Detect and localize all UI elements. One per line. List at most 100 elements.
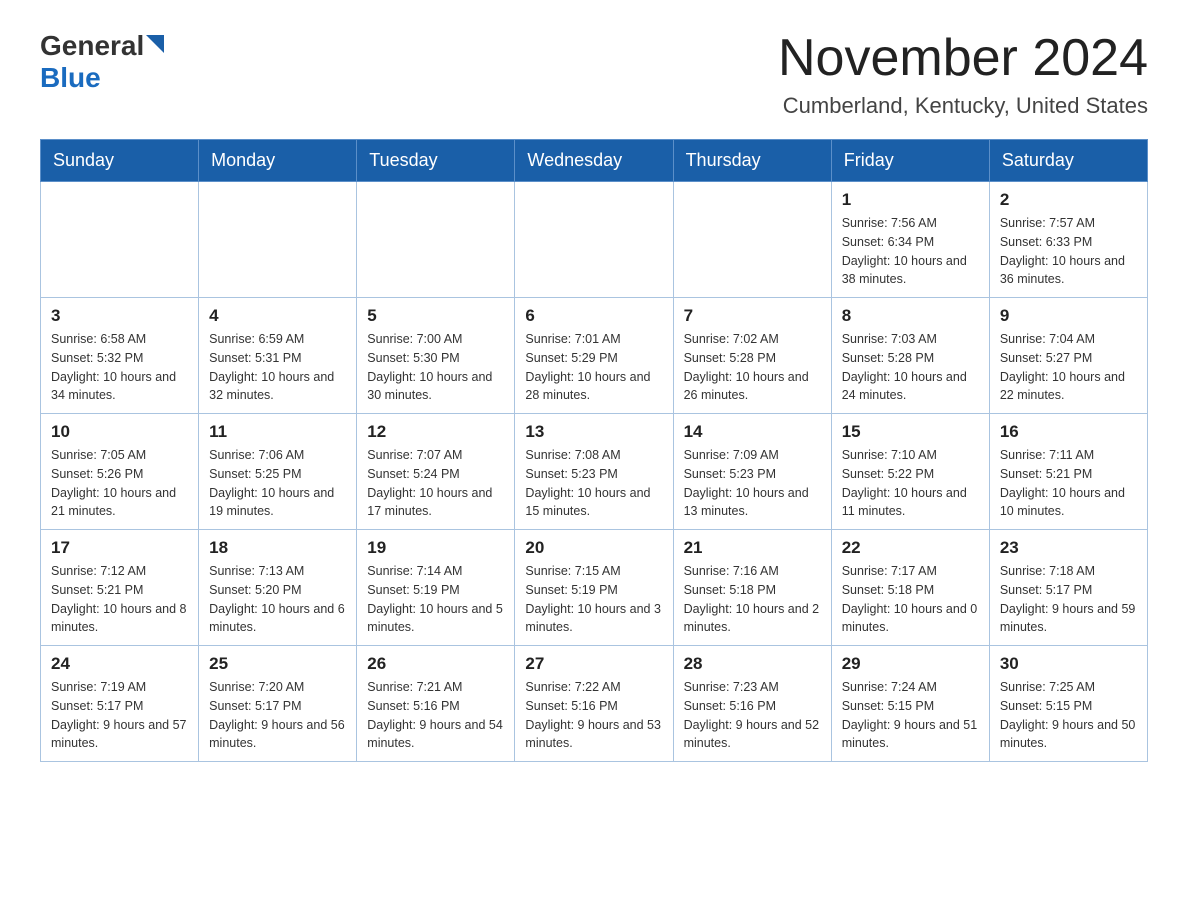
calendar-cell: 29 Sunrise: 7:24 AMSunset: 5:15 PMDayligh… [831,646,989,762]
day-info: Sunrise: 7:04 AMSunset: 5:27 PMDaylight:… [1000,330,1137,405]
calendar-cell: 19 Sunrise: 7:14 AMSunset: 5:19 PMDayligh… [357,530,515,646]
day-info: Sunrise: 7:19 AMSunset: 5:17 PMDaylight:… [51,678,188,753]
calendar-header-row: SundayMondayTuesdayWednesdayThursdayFrid… [41,140,1148,182]
col-header-saturday: Saturday [989,140,1147,182]
col-header-sunday: Sunday [41,140,199,182]
day-number: 5 [367,306,504,326]
day-info: Sunrise: 7:01 AMSunset: 5:29 PMDaylight:… [525,330,662,405]
col-header-tuesday: Tuesday [357,140,515,182]
day-number: 16 [1000,422,1137,442]
day-info: Sunrise: 7:00 AMSunset: 5:30 PMDaylight:… [367,330,504,405]
day-number: 4 [209,306,346,326]
calendar-title-area: November 2024 Cumberland, Kentucky, Unit… [778,30,1148,119]
day-info: Sunrise: 7:23 AMSunset: 5:16 PMDaylight:… [684,678,821,753]
calendar-cell: 23Sunrise: 7:18 AMSunset: 5:17 PMDayligh… [989,530,1147,646]
week-row-2: 3 Sunrise: 6:58 AMSunset: 5:32 PMDaylight… [41,298,1148,414]
day-info: Sunrise: 7:20 AMSunset: 5:17 PMDaylight:… [209,678,346,753]
day-number: 11 [209,422,346,442]
day-number: 3 [51,306,188,326]
day-number: 8 [842,306,979,326]
logo-blue-text: Blue [40,62,101,93]
day-number: 28 [684,654,821,674]
calendar-cell [357,182,515,298]
day-info: Sunrise: 7:06 AMSunset: 5:25 PMDaylight:… [209,446,346,521]
day-number: 22 [842,538,979,558]
day-info: Sunrise: 7:14 AMSunset: 5:19 PMDaylight:… [367,562,504,637]
calendar-cell: 5 Sunrise: 7:00 AMSunset: 5:30 PMDaylight… [357,298,515,414]
calendar-cell [673,182,831,298]
day-number: 2 [1000,190,1137,210]
day-number: 24 [51,654,188,674]
day-info: Sunrise: 7:13 AMSunset: 5:20 PMDaylight:… [209,562,346,637]
week-row-5: 24 Sunrise: 7:19 AMSunset: 5:17 PMDayligh… [41,646,1148,762]
calendar-cell: 11 Sunrise: 7:06 AMSunset: 5:25 PMDayligh… [199,414,357,530]
day-info: Sunrise: 7:16 AMSunset: 5:18 PMDaylight:… [684,562,821,637]
calendar-cell: 14Sunrise: 7:09 AMSunset: 5:23 PMDayligh… [673,414,831,530]
day-number: 18 [209,538,346,558]
calendar-cell: 13 Sunrise: 7:08 AMSunset: 5:23 PMDayligh… [515,414,673,530]
calendar-table: SundayMondayTuesdayWednesdayThursdayFrid… [40,139,1148,762]
calendar-cell: 12Sunrise: 7:07 AMSunset: 5:24 PMDayligh… [357,414,515,530]
col-header-wednesday: Wednesday [515,140,673,182]
calendar-cell [515,182,673,298]
day-info: Sunrise: 7:12 AMSunset: 5:21 PMDaylight:… [51,562,188,637]
calendar-cell: 27 Sunrise: 7:22 AMSunset: 5:16 PMDayligh… [515,646,673,762]
calendar-cell: 8 Sunrise: 7:03 AMSunset: 5:28 PMDaylight… [831,298,989,414]
calendar-cell: 10 Sunrise: 7:05 AMSunset: 5:26 PMDayligh… [41,414,199,530]
day-number: 15 [842,422,979,442]
day-number: 27 [525,654,662,674]
day-info: Sunrise: 7:05 AMSunset: 5:26 PMDaylight:… [51,446,188,521]
calendar-cell: 20 Sunrise: 7:15 AMSunset: 5:19 PMDayligh… [515,530,673,646]
calendar-location: Cumberland, Kentucky, United States [778,93,1148,119]
calendar-cell: 17 Sunrise: 7:12 AMSunset: 5:21 PMDayligh… [41,530,199,646]
day-info: Sunrise: 7:03 AMSunset: 5:28 PMDaylight:… [842,330,979,405]
calendar-cell: 28 Sunrise: 7:23 AMSunset: 5:16 PMDayligh… [673,646,831,762]
day-number: 20 [525,538,662,558]
day-info: Sunrise: 7:15 AMSunset: 5:19 PMDaylight:… [525,562,662,637]
week-row-3: 10 Sunrise: 7:05 AMSunset: 5:26 PMDayligh… [41,414,1148,530]
logo: General Blue [40,30,164,94]
calendar-cell: 15 Sunrise: 7:10 AMSunset: 5:22 PMDayligh… [831,414,989,530]
week-row-1: 1Sunrise: 7:56 AMSunset: 6:34 PMDaylight… [41,182,1148,298]
calendar-cell: 30Sunrise: 7:25 AMSunset: 5:15 PMDayligh… [989,646,1147,762]
day-info: Sunrise: 7:22 AMSunset: 5:16 PMDaylight:… [525,678,662,753]
page-header: General Blue November 2024 Cumberland, K… [40,30,1148,119]
day-info: Sunrise: 7:02 AMSunset: 5:28 PMDaylight:… [684,330,821,405]
logo-arrow-icon [146,35,164,53]
day-number: 6 [525,306,662,326]
day-info: Sunrise: 6:58 AMSunset: 5:32 PMDaylight:… [51,330,188,405]
calendar-cell: 6 Sunrise: 7:01 AMSunset: 5:29 PMDaylight… [515,298,673,414]
day-number: 10 [51,422,188,442]
day-info: Sunrise: 7:09 AMSunset: 5:23 PMDaylight:… [684,446,821,521]
day-info: Sunrise: 6:59 AMSunset: 5:31 PMDaylight:… [209,330,346,405]
day-number: 7 [684,306,821,326]
day-info: Sunrise: 7:17 AMSunset: 5:18 PMDaylight:… [842,562,979,637]
calendar-cell: 2Sunrise: 7:57 AMSunset: 6:33 PMDaylight… [989,182,1147,298]
calendar-cell: 26Sunrise: 7:21 AMSunset: 5:16 PMDayligh… [357,646,515,762]
day-number: 29 [842,654,979,674]
day-number: 17 [51,538,188,558]
day-info: Sunrise: 7:11 AMSunset: 5:21 PMDaylight:… [1000,446,1137,521]
day-number: 19 [367,538,504,558]
day-number: 13 [525,422,662,442]
calendar-cell: 24 Sunrise: 7:19 AMSunset: 5:17 PMDayligh… [41,646,199,762]
col-header-friday: Friday [831,140,989,182]
day-info: Sunrise: 7:56 AMSunset: 6:34 PMDaylight:… [842,214,979,289]
calendar-month-title: November 2024 [778,30,1148,87]
calendar-cell: 9 Sunrise: 7:04 AMSunset: 5:27 PMDaylight… [989,298,1147,414]
calendar-cell [41,182,199,298]
day-info: Sunrise: 7:24 AMSunset: 5:15 PMDaylight:… [842,678,979,753]
calendar-cell: 22 Sunrise: 7:17 AMSunset: 5:18 PMDayligh… [831,530,989,646]
day-number: 21 [684,538,821,558]
calendar-cell: 4 Sunrise: 6:59 AMSunset: 5:31 PMDaylight… [199,298,357,414]
day-number: 9 [1000,306,1137,326]
day-number: 23 [1000,538,1137,558]
day-number: 12 [367,422,504,442]
day-number: 25 [209,654,346,674]
calendar-cell: 3 Sunrise: 6:58 AMSunset: 5:32 PMDaylight… [41,298,199,414]
calendar-cell [199,182,357,298]
calendar-cell: 18 Sunrise: 7:13 AMSunset: 5:20 PMDayligh… [199,530,357,646]
day-info: Sunrise: 7:10 AMSunset: 5:22 PMDaylight:… [842,446,979,521]
day-info: Sunrise: 7:08 AMSunset: 5:23 PMDaylight:… [525,446,662,521]
col-header-monday: Monday [199,140,357,182]
